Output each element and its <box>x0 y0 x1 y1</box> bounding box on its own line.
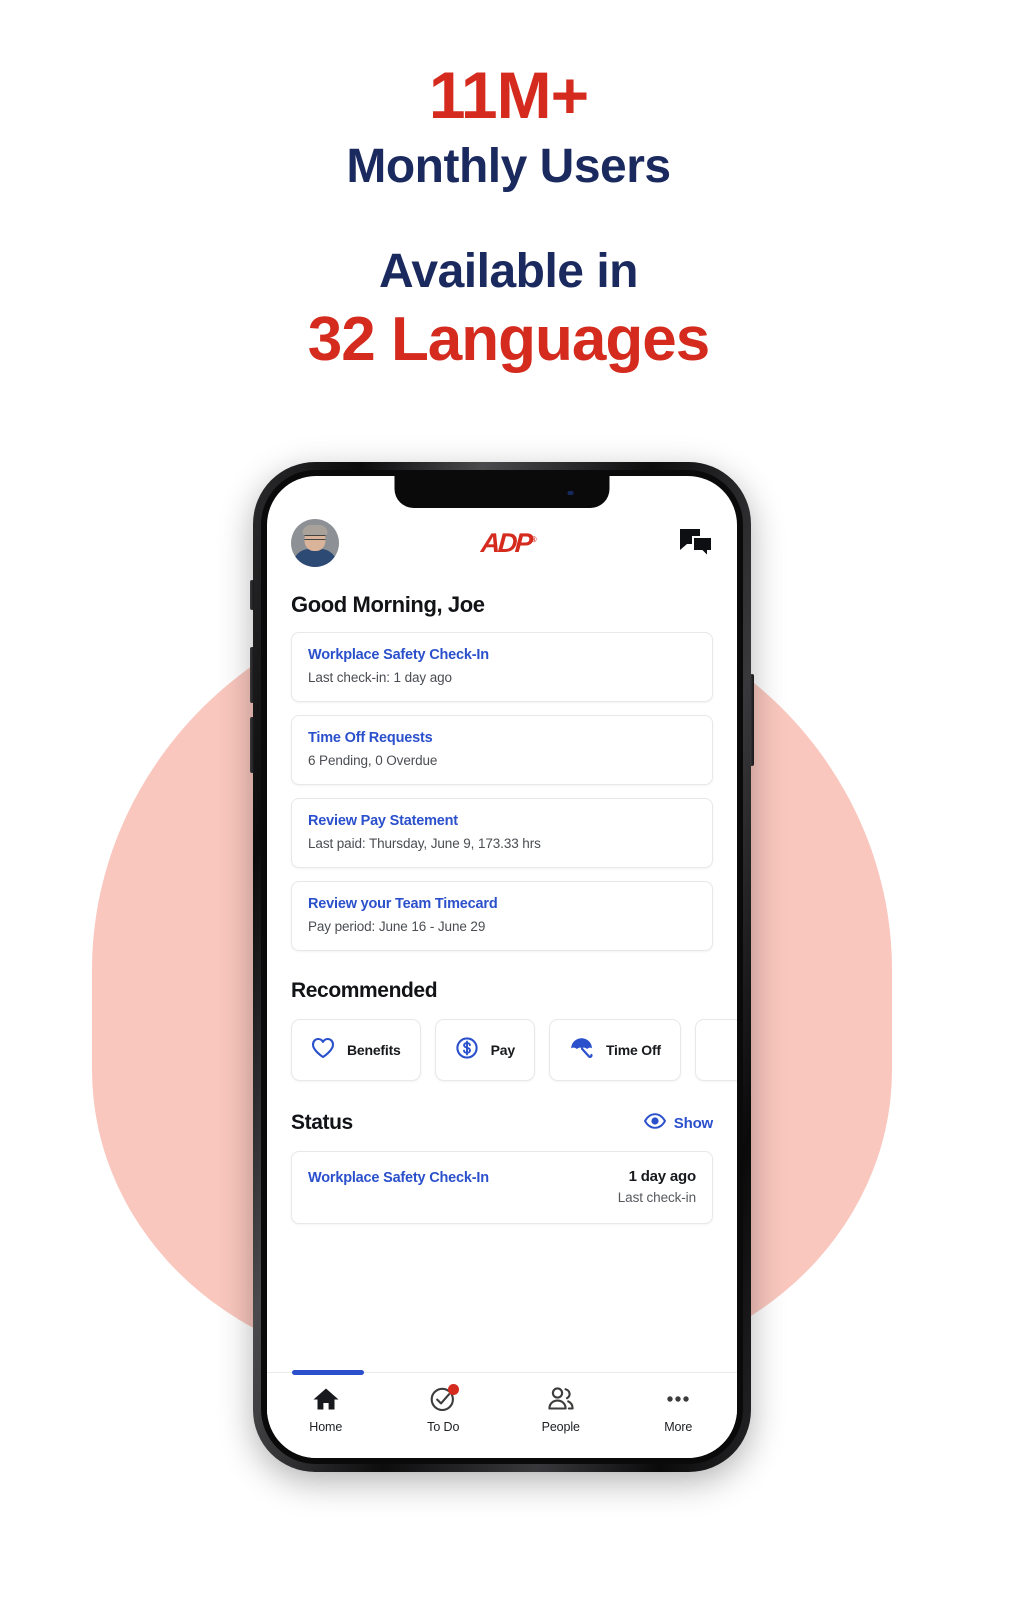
task-subtitle: Pay period: June 16 - June 29 <box>308 919 486 934</box>
tab-more[interactable]: More <box>620 1384 738 1458</box>
umbrella-icon <box>569 1036 594 1065</box>
check-circle-icon <box>429 1384 460 1414</box>
phone-notch <box>394 476 610 508</box>
front-camera-icon <box>567 491 574 495</box>
status-meta: 1 day ago Last check-in <box>618 1168 696 1205</box>
stat-number: 11M+ <box>428 58 589 132</box>
status-value: 1 day ago <box>628 1168 697 1185</box>
chip-pay[interactable]: Pay <box>434 1019 535 1081</box>
task-subtitle: Last check-in: 1 day ago <box>308 670 452 685</box>
show-toggle-button[interactable]: Show <box>643 1113 713 1133</box>
chip-label: Pay <box>490 1042 516 1058</box>
home-icon <box>312 1384 340 1414</box>
task-card[interactable]: Time Off Requests 6 Pending, 0 Overdue <box>291 715 713 785</box>
tab-to-do[interactable]: To Do <box>385 1384 503 1458</box>
adp-trademark: ® <box>530 534 538 544</box>
chat-bubbles-icon[interactable] <box>679 528 713 560</box>
tab-label: More <box>664 1420 693 1434</box>
stat-label: Monthly Users <box>346 140 671 194</box>
phone-screen: ADP® Good Morning, Joe Workplace Safety … <box>267 476 737 1458</box>
task-title: Time Off Requests <box>308 730 433 746</box>
task-title: Review your Team Timecard <box>308 896 498 912</box>
eye-icon <box>643 1113 666 1133</box>
chip-benefits[interactable]: Benefits <box>291 1019 421 1081</box>
app-body: Good Morning, Joe Workplace Safety Check… <box>267 592 737 1224</box>
task-title: Workplace Safety Check-In <box>308 647 489 663</box>
available-label: Available in <box>379 245 638 299</box>
recommended-heading: Recommended <box>291 979 438 1002</box>
dollar-circle-icon <box>455 1036 479 1065</box>
promo-headline: 11M+ Monthly Users Available in 32 Langu… <box>0 58 1017 374</box>
mute-switch[interactable] <box>250 580 254 610</box>
tab-people[interactable]: People <box>502 1384 620 1458</box>
volume-down-button[interactable] <box>250 717 254 773</box>
power-button[interactable] <box>750 674 754 766</box>
tab-label: Home <box>309 1420 343 1434</box>
ellipsis-icon <box>663 1384 693 1414</box>
adp-logo-text: ADP <box>480 527 532 558</box>
people-icon <box>546 1384 576 1414</box>
task-subtitle: Last paid: Thursday, June 9, 173.33 hrs <box>308 836 541 851</box>
avatar-body <box>293 549 337 567</box>
languages-label: 32 Languages <box>307 304 710 374</box>
tab-label: To Do <box>427 1420 460 1434</box>
chip-partial[interactable] <box>694 1019 737 1081</box>
task-card[interactable]: Workplace Safety Check-In Last check-in:… <box>291 632 713 702</box>
adp-logo: ADP® <box>480 527 538 558</box>
chip-label: Benefits <box>347 1042 401 1058</box>
task-card[interactable]: Review your Team Timecard Pay period: Ju… <box>291 881 713 951</box>
avatar-hair <box>302 525 328 535</box>
chip-label: Time Off <box>605 1042 661 1058</box>
avatar[interactable] <box>291 519 339 567</box>
task-title: Review Pay Statement <box>308 813 458 829</box>
status-heading: Status <box>291 1111 353 1134</box>
tab-home[interactable]: Home <box>267 1384 385 1458</box>
show-toggle-label: Show <box>673 1114 713 1132</box>
status-caption: Last check-in <box>617 1190 696 1205</box>
status-title: Workplace Safety Check-In <box>308 1170 489 1186</box>
active-tab-indicator <box>292 1370 364 1375</box>
recommended-chip-row[interactable]: Benefits Pay Time Off <box>291 1019 737 1081</box>
chip-time-off[interactable]: Time Off <box>548 1019 681 1081</box>
status-header-row: Status Show <box>291 1111 713 1135</box>
task-card[interactable]: Review Pay Statement Last paid: Thursday… <box>291 798 713 868</box>
phone-mockup: ADP® Good Morning, Joe Workplace Safety … <box>250 462 754 1472</box>
tab-label: People <box>541 1420 580 1434</box>
avatar-glasses <box>304 535 326 540</box>
greeting-text: Good Morning, Joe <box>291 592 485 617</box>
status-card[interactable]: Workplace Safety Check-In 1 day ago Last… <box>291 1151 713 1224</box>
volume-up-button[interactable] <box>250 647 254 703</box>
heart-icon <box>311 1037 335 1064</box>
bottom-tab-bar: Home To Do People More <box>267 1370 738 1458</box>
notification-badge <box>448 1384 460 1395</box>
task-subtitle: 6 Pending, 0 Overdue <box>308 753 438 768</box>
